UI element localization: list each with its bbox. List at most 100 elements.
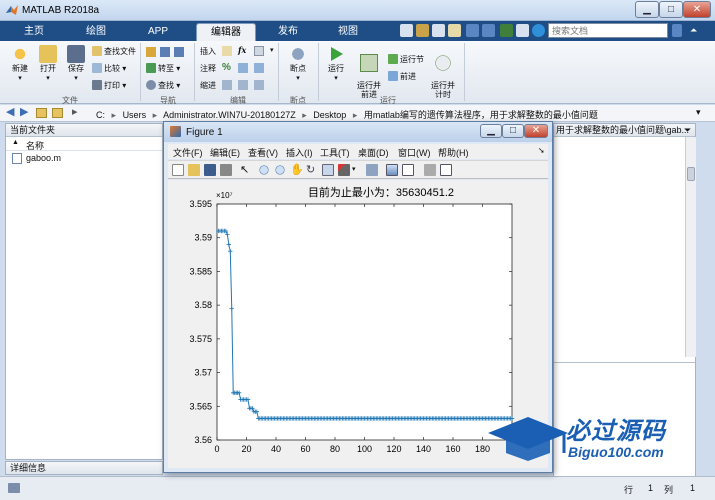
chart-title: 目前为止最小为：35630451.2	[308, 185, 454, 199]
insert-button[interactable]: 插入	[200, 45, 216, 58]
help-icon[interactable]	[532, 24, 545, 37]
link-icon[interactable]	[366, 164, 378, 176]
figure-maximize-button[interactable]: □	[502, 124, 524, 138]
dropdown-arrow-icon[interactable]: ▾	[270, 46, 274, 54]
zoom-in-icon[interactable]	[258, 164, 270, 176]
uncomment-icon[interactable]	[238, 63, 248, 73]
show-plot-tools-icon[interactable]	[440, 164, 452, 176]
menu-desktop[interactable]: 桌面(D)	[358, 146, 389, 159]
insert-fx-dropdown-icon[interactable]	[254, 46, 264, 56]
breadcrumb-project-folder[interactable]: 用matlab编写的遗传算法程序，用于求解整数的最小值问题	[364, 110, 598, 120]
root-icon[interactable]: ▸	[72, 107, 78, 118]
figure-title-bar[interactable]: Figure 1 ▁ □ ✕	[164, 122, 552, 142]
bookmark-icon[interactable]	[146, 47, 156, 57]
paste-icon[interactable]	[448, 24, 461, 37]
menu-edit[interactable]: 编辑(E)	[210, 146, 240, 159]
new-button[interactable]: 新建 ▾	[6, 45, 34, 82]
wrap-comment-icon[interactable]	[254, 63, 264, 73]
open-icon[interactable]	[188, 164, 200, 176]
search-icon[interactable]	[672, 24, 682, 37]
cut-icon[interactable]	[416, 24, 429, 37]
save-button[interactable]: 保存 ▾	[62, 45, 90, 82]
insert-section-icon[interactable]	[222, 46, 232, 56]
open-button[interactable]: 打开 ▾	[34, 45, 62, 82]
insert-function-button[interactable]: fx	[238, 44, 246, 57]
comment-button[interactable]: 注释	[200, 62, 216, 75]
folder-column-header[interactable]: 名称 ▲	[6, 137, 162, 151]
copy-icon[interactable]	[432, 24, 445, 37]
colorbar-icon[interactable]	[386, 164, 398, 176]
save-quick-icon[interactable]	[400, 24, 413, 37]
back-arrow-icon[interactable]	[160, 47, 170, 57]
breadcrumb-user[interactable]: Administrator.WIN7U-20180127Z	[163, 110, 296, 120]
run-and-time-button[interactable]: 运行并 计时	[428, 45, 458, 108]
editor-scrollbar[interactable]	[685, 137, 696, 357]
new-figure-icon[interactable]	[172, 164, 184, 176]
data-cursor-icon[interactable]	[322, 164, 334, 176]
undo-icon[interactable]	[466, 24, 479, 37]
figure-close-button[interactable]: ✕	[524, 124, 548, 138]
forward-icon[interactable]: ▶	[20, 107, 28, 118]
menu-tools[interactable]: 工具(T)	[320, 146, 350, 159]
find-files-button[interactable]: 查找文件	[92, 45, 136, 58]
breakpoints-button[interactable]: 断点 ▾	[284, 45, 312, 82]
dropdown-arrow-icon[interactable]: ▾	[352, 164, 358, 176]
tab-plots[interactable]: 绘图	[66, 23, 126, 41]
hide-plot-tools-icon[interactable]	[424, 164, 436, 176]
menu-insert[interactable]: 插入(I)	[286, 146, 313, 159]
close-button[interactable]: ✕	[683, 1, 711, 18]
brush-icon[interactable]	[338, 164, 350, 176]
maximize-button[interactable]: □	[659, 1, 683, 18]
collapse-toolstrip-icon[interactable]: ⏶	[690, 25, 697, 36]
tab-editor[interactable]: 编辑器	[196, 23, 256, 41]
back-icon[interactable]: ◀	[6, 107, 14, 118]
community-icon[interactable]	[516, 24, 529, 37]
decrease-indent-icon[interactable]	[254, 80, 264, 90]
print-button[interactable]: 打印 ▾	[92, 79, 126, 92]
run-section-button[interactable]: 运行节	[388, 53, 424, 66]
breadcrumb-drive[interactable]: C:	[96, 110, 105, 120]
menu-window[interactable]: 窗口(W)	[398, 146, 431, 159]
legend-icon[interactable]	[402, 164, 414, 176]
address-dropdown-icon[interactable]: ▾	[696, 107, 701, 118]
figure-minimize-button[interactable]: ▁	[480, 124, 502, 138]
goto-button[interactable]: 转至 ▾	[146, 62, 180, 75]
find-files-label: 查找文件	[104, 47, 136, 56]
menu-view[interactable]: 查看(V)	[248, 146, 278, 159]
save-icon[interactable]	[204, 164, 216, 176]
tab-apps[interactable]: APP	[130, 23, 186, 41]
redo-icon[interactable]	[482, 24, 495, 37]
percent-comment-icon[interactable]: %	[222, 63, 232, 73]
forward-arrow-icon[interactable]	[174, 47, 184, 57]
dock-figure-icon[interactable]: ➘	[538, 146, 545, 155]
compare-button[interactable]: 比较 ▾	[92, 62, 126, 75]
rotate-icon[interactable]: ↻	[306, 164, 318, 176]
switch-windows-icon[interactable]	[500, 24, 513, 37]
browse-folder-icon[interactable]	[52, 108, 63, 118]
details-panel-header[interactable]: 详细信息	[5, 461, 163, 475]
menu-help[interactable]: 帮助(H)	[438, 146, 469, 159]
print-icon[interactable]	[220, 164, 232, 176]
editor-options-icon[interactable]: ⏷	[684, 125, 691, 136]
increase-indent-icon[interactable]	[238, 80, 248, 90]
breadcrumb-desktop[interactable]: Desktop	[313, 110, 346, 120]
search-docs-input[interactable]	[548, 23, 668, 38]
zoom-out-icon[interactable]	[274, 164, 286, 176]
smart-indent-icon[interactable]	[222, 80, 232, 90]
tab-view[interactable]: 视图	[320, 23, 376, 41]
pointer-icon[interactable]: ↖	[240, 164, 252, 176]
indent-button[interactable]: 缩进	[200, 79, 216, 92]
tab-publish[interactable]: 发布	[262, 23, 314, 41]
breadcrumb-users[interactable]: Users	[123, 110, 147, 120]
pan-icon[interactable]: ✋	[290, 164, 304, 176]
find-button[interactable]: 查找 ▾	[146, 79, 180, 92]
list-item[interactable]: gaboo.m	[6, 151, 162, 165]
editor-tab[interactable]: 用于求解整数的最小值问题\gab...	[554, 124, 695, 137]
scrollbar-thumb[interactable]	[687, 167, 695, 181]
minimize-button[interactable]: ▁	[635, 1, 659, 18]
tab-home[interactable]: 主页	[8, 23, 60, 41]
up-folder-icon[interactable]	[36, 108, 47, 118]
menu-file[interactable]: 文件(F)	[173, 146, 203, 159]
run-button[interactable]: 运行 ▾	[322, 45, 350, 82]
advance-button[interactable]: 前进	[388, 70, 416, 83]
